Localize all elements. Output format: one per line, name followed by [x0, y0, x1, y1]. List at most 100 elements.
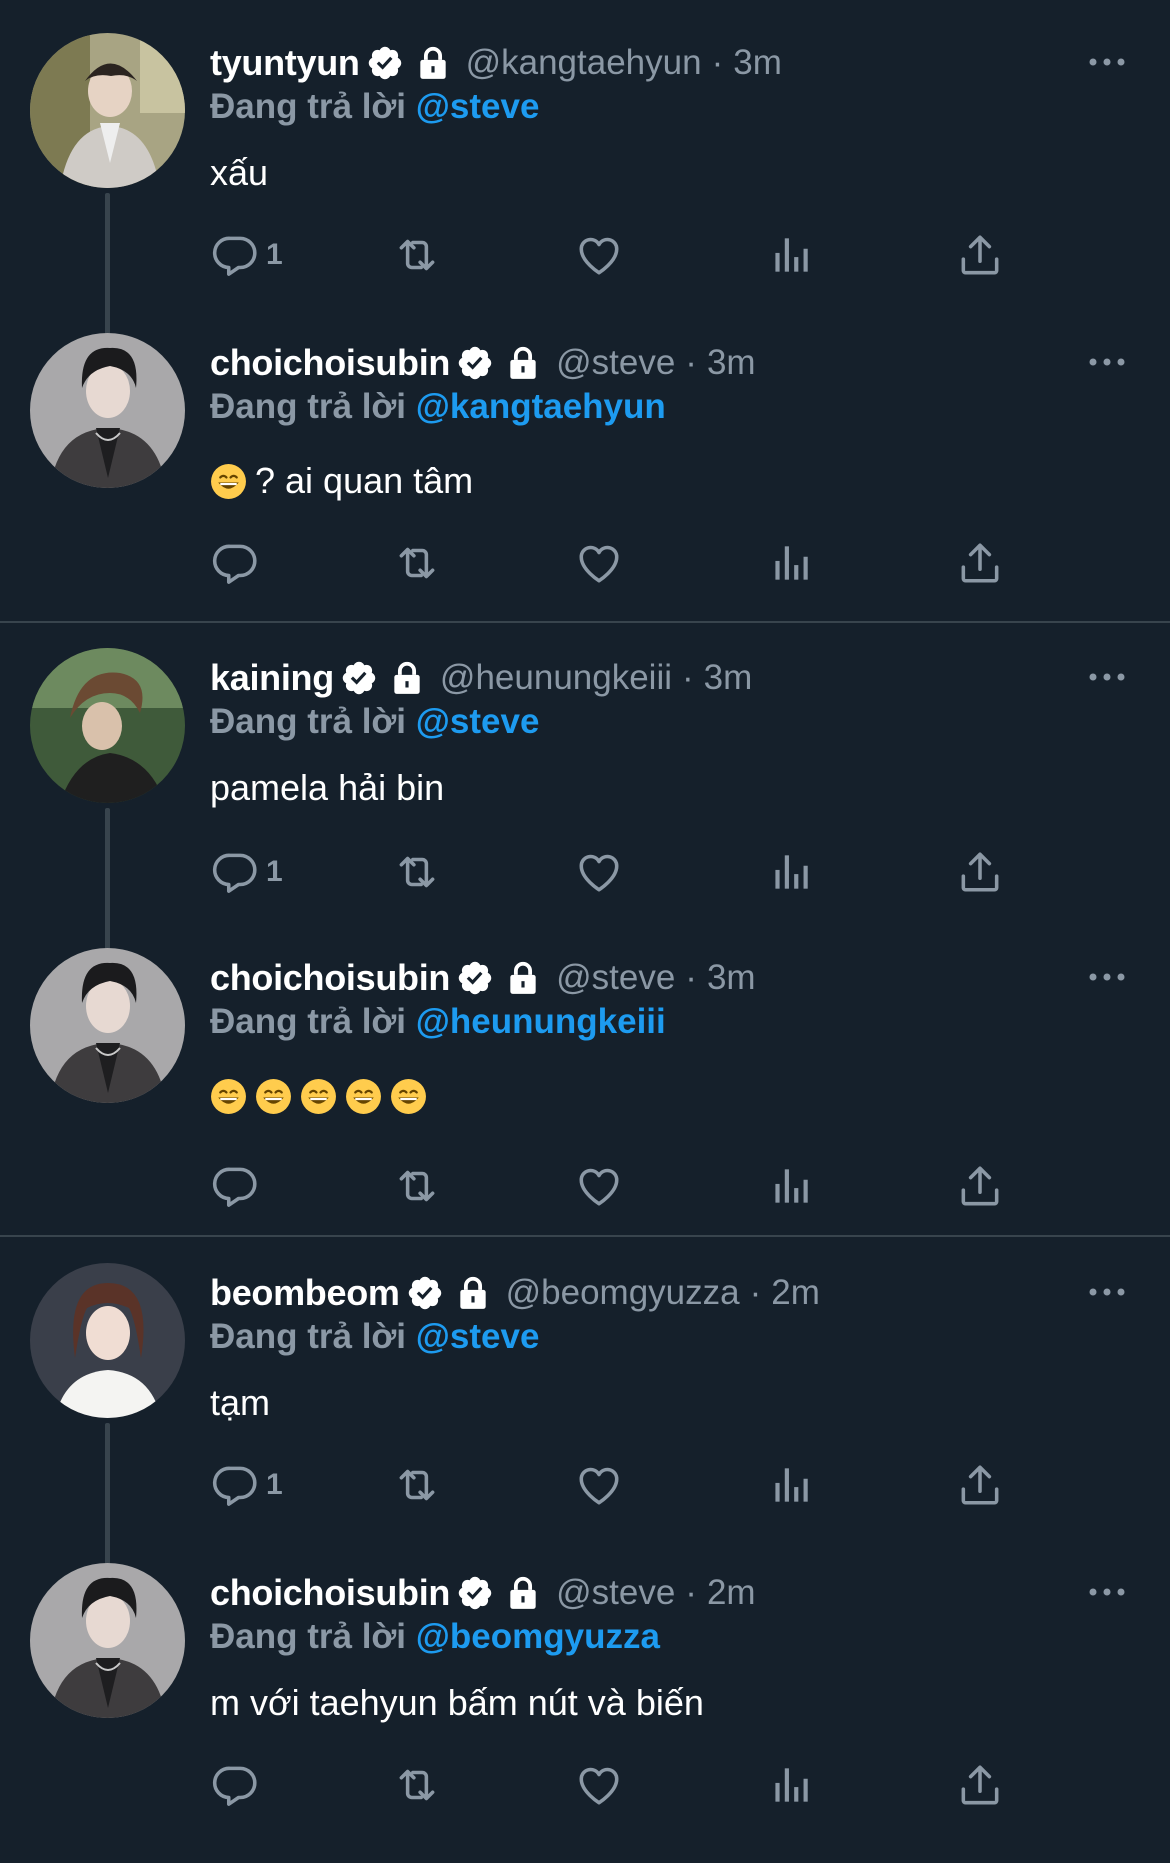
tweet[interactable]: choichoisubin @steve · 2m Đang trả lời @…: [0, 1563, 1170, 1863]
tweet[interactable]: tyuntyun @kangtaehyun · 3m Đang trả lời …: [0, 33, 1170, 363]
like-button[interactable]: [574, 533, 624, 593]
retweet-button[interactable]: [392, 225, 442, 285]
tweet[interactable]: choichoisubin @steve · 3m Đang trả lời @…: [0, 948, 1170, 1248]
replying-to: Đang trả lời @steve: [210, 1317, 539, 1357]
avatar[interactable]: [30, 948, 185, 1103]
like-icon: [574, 1460, 624, 1510]
like-button[interactable]: [574, 1156, 624, 1216]
lock-icon: [504, 959, 542, 997]
replying-to: Đang trả lời @beomgyuzza: [210, 1617, 660, 1657]
tweet[interactable]: beombeom @beomgyuzza · 2m Đang trả lời @…: [0, 1263, 1170, 1573]
replying-to: Đang trả lời @steve: [210, 702, 539, 742]
grinning-face-icon: [390, 1078, 427, 1115]
display-name[interactable]: beombeom: [210, 1272, 400, 1314]
like-icon: [574, 1161, 624, 1211]
display-name[interactable]: choichoisubin: [210, 957, 450, 999]
like-button[interactable]: [574, 1455, 624, 1515]
tweet[interactable]: kaining @heunungkeiii · 3m Đang trả lời …: [0, 648, 1170, 958]
reply-button[interactable]: [210, 1755, 260, 1815]
more-icon[interactable]: [1086, 962, 1128, 992]
reply-mention-link[interactable]: @steve: [416, 702, 540, 741]
display-name[interactable]: choichoisubin: [210, 342, 450, 384]
more-icon[interactable]: [1086, 347, 1128, 377]
retweet-icon: [392, 538, 442, 588]
action-bar: 1: [210, 225, 1030, 285]
separator: ·: [685, 343, 697, 382]
timestamp[interactable]: 2m: [771, 1273, 820, 1313]
views-button[interactable]: [765, 225, 815, 285]
reply-mention-link[interactable]: @kangtaehyun: [416, 387, 666, 426]
reply-icon: [210, 230, 260, 280]
share-button[interactable]: [955, 1755, 1005, 1815]
views-button[interactable]: [765, 533, 815, 593]
timestamp[interactable]: 3m: [707, 343, 756, 383]
retweet-button[interactable]: [392, 533, 442, 593]
like-button[interactable]: [574, 1755, 624, 1815]
views-button[interactable]: [765, 842, 815, 902]
timestamp[interactable]: 2m: [707, 1573, 756, 1613]
avatar[interactable]: [30, 1563, 185, 1718]
retweet-button[interactable]: [392, 1755, 442, 1815]
share-button[interactable]: [955, 1455, 1005, 1515]
views-icon: [765, 230, 815, 280]
verified-badge-icon: [456, 959, 494, 997]
verified-badge-icon: [406, 1274, 444, 1312]
display-name[interactable]: tyuntyun: [210, 42, 360, 84]
reply-button[interactable]: 1: [210, 842, 283, 902]
avatar[interactable]: [30, 648, 185, 803]
reply-mention-link[interactable]: @heunungkeiii: [416, 1002, 666, 1041]
like-icon: [574, 538, 624, 588]
avatar[interactable]: [30, 33, 185, 188]
more-icon[interactable]: [1086, 1577, 1128, 1607]
share-button[interactable]: [955, 842, 1005, 902]
reply-button[interactable]: 1: [210, 1455, 283, 1515]
reply-button[interactable]: [210, 533, 260, 593]
tweet-text: ? ai quan tâm: [210, 451, 473, 511]
action-bar: [210, 1156, 1030, 1216]
handle[interactable]: @steve: [556, 958, 675, 998]
reply-mention-link[interactable]: @steve: [416, 87, 540, 126]
views-icon: [765, 538, 815, 588]
retweet-button[interactable]: [392, 1455, 442, 1515]
separator: ·: [749, 1273, 762, 1312]
views-button[interactable]: [765, 1755, 815, 1815]
avatar[interactable]: [30, 333, 185, 488]
share-icon: [955, 230, 1005, 280]
reply-button[interactable]: 1: [210, 225, 283, 285]
display-name[interactable]: kaining: [210, 657, 334, 699]
views-button[interactable]: [765, 1455, 815, 1515]
replying-to-label: Đang trả lời: [210, 702, 407, 741]
more-icon[interactable]: [1086, 1277, 1128, 1307]
tweet-text: m với taehyun bấm nút và biến: [210, 1673, 704, 1733]
reply-mention-link[interactable]: @beomgyuzza: [416, 1617, 660, 1656]
display-name[interactable]: choichoisubin: [210, 1572, 450, 1614]
handle[interactable]: @beomgyuzza: [506, 1273, 740, 1313]
more-icon[interactable]: [1086, 47, 1128, 77]
handle[interactable]: @steve: [556, 1573, 675, 1613]
reply-count: 1: [266, 238, 283, 271]
share-button[interactable]: [955, 225, 1005, 285]
retweet-button[interactable]: [392, 1156, 442, 1216]
more-icon[interactable]: [1086, 662, 1128, 692]
tweet[interactable]: choichoisubin @steve · 3m Đang trả lời @…: [0, 333, 1170, 633]
like-button[interactable]: [574, 225, 624, 285]
timestamp[interactable]: 3m: [707, 958, 756, 998]
handle[interactable]: @heunungkeiii: [440, 658, 672, 698]
handle[interactable]: @steve: [556, 343, 675, 383]
views-button[interactable]: [765, 1156, 815, 1216]
like-button[interactable]: [574, 842, 624, 902]
handle[interactable]: @kangtaehyun: [466, 43, 702, 83]
reply-mention-link[interactable]: @steve: [416, 1317, 540, 1356]
tweet-header: choichoisubin @steve · 3m: [210, 339, 756, 387]
share-button[interactable]: [955, 533, 1005, 593]
timestamp[interactable]: 3m: [704, 658, 753, 698]
thread-line: [105, 808, 110, 958]
reply-count: 1: [266, 1468, 283, 1501]
share-icon: [955, 847, 1005, 897]
avatar[interactable]: [30, 1263, 185, 1418]
reply-button[interactable]: [210, 1156, 260, 1216]
share-button[interactable]: [955, 1156, 1005, 1216]
timestamp[interactable]: 3m: [733, 43, 782, 83]
thread-line: [105, 1423, 110, 1573]
retweet-button[interactable]: [392, 842, 442, 902]
